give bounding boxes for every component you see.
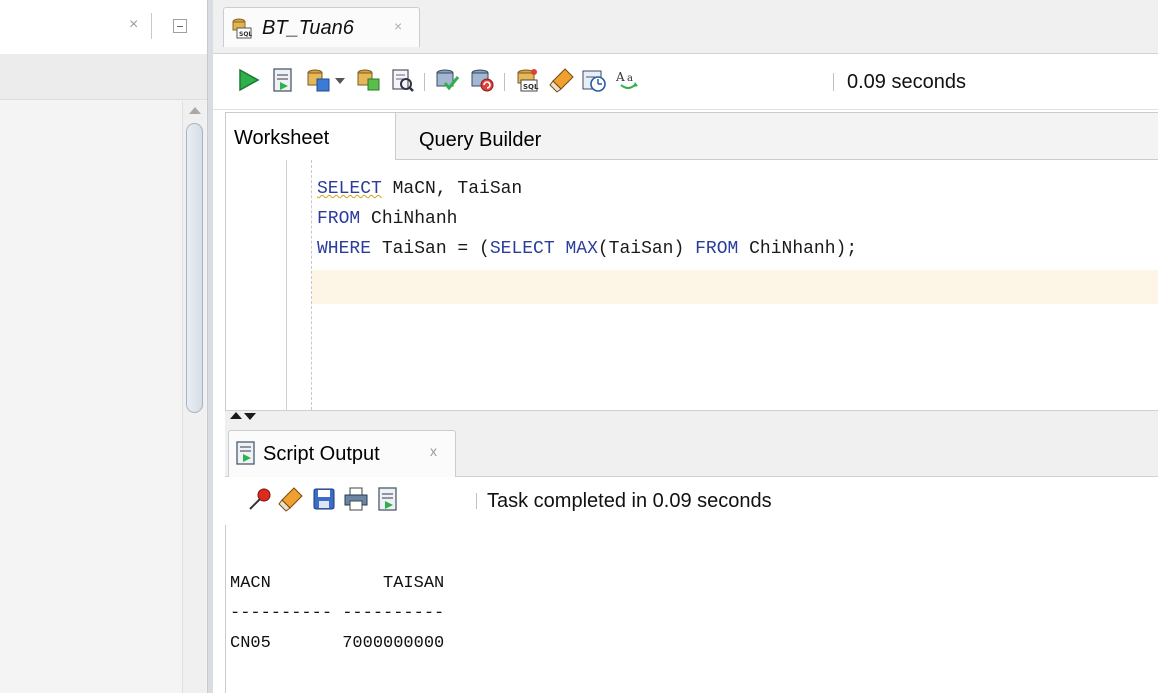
- keyword: SELECT: [317, 179, 382, 199]
- format-text-icon[interactable]: A a: [615, 67, 641, 93]
- rollback-icon[interactable]: [469, 67, 495, 93]
- scroll-up-arrow-icon[interactable]: [189, 107, 201, 114]
- task-status: Task completed in 0.09 seconds: [487, 490, 772, 512]
- toolbar-separator: [424, 73, 425, 91]
- svg-text:SQL: SQL: [523, 83, 539, 91]
- toolbar-separator: [504, 73, 505, 91]
- expand-down-icon[interactable]: [244, 413, 256, 420]
- commit-icon[interactable]: [434, 67, 460, 93]
- clear-icon[interactable]: [549, 67, 575, 93]
- open-file-icon[interactable]: [375, 486, 401, 512]
- toolbar-separator: [476, 493, 477, 509]
- sql-history-icon[interactable]: [581, 67, 607, 93]
- worksheet-subtabs: Worksheet Query Builder: [225, 112, 1158, 160]
- clear-icon[interactable]: [278, 486, 304, 512]
- query-result: MACN TAISAN ---------- ---------- CN05 700…: [230, 569, 444, 659]
- tab-worksheet[interactable]: Worksheet: [226, 113, 396, 160]
- left-panel-toolbar: [0, 54, 207, 100]
- explain-plan-icon[interactable]: [355, 67, 381, 93]
- tab-script-output[interactable]: Script Output x: [228, 430, 456, 477]
- output-toolbar: Task completed in 0.09 seconds: [225, 477, 1158, 525]
- output-tab-bar: Script Output x: [225, 422, 1158, 477]
- keyword: SELECT: [489, 239, 555, 259]
- sql-tuning-icon[interactable]: [389, 67, 415, 93]
- minimize-icon[interactable]: [173, 19, 187, 33]
- tab-label: Worksheet: [234, 127, 330, 149]
- close-icon[interactable]: ×: [394, 16, 402, 36]
- code-text: ChiNhanh: [360, 209, 458, 229]
- left-panel: ×: [0, 0, 207, 693]
- close-icon[interactable]: ×: [129, 15, 138, 35]
- code-text: MaCN, TaiSan: [381, 179, 523, 199]
- sql-editor[interactable]: SELECT MaCN, TaiSan FROM ChiNhanh WHERE Ta…: [225, 160, 1158, 410]
- print-icon[interactable]: [343, 486, 369, 512]
- keyword: FROM: [317, 209, 361, 229]
- tab-query-builder[interactable]: Query Builder: [419, 129, 541, 151]
- keyword: MAX: [565, 239, 598, 259]
- code-line: WHERE TaiSan = (SELECT MAX(TaiSan) FROM …: [317, 234, 857, 264]
- toolbar-separator: [833, 73, 834, 91]
- unshared-worksheet-icon[interactable]: SQL: [514, 67, 540, 93]
- vertical-scrollbar[interactable]: [182, 101, 206, 693]
- code-line: SELECT MaCN, TaiSan: [317, 174, 857, 204]
- svg-text:A: A: [615, 70, 625, 84]
- main-editor-area: SQL BT_Tuan6 × SQL A a 0.09 seconds Work…: [213, 0, 1158, 693]
- header-divider: [151, 13, 152, 39]
- sql-code[interactable]: SELECT MaCN, TaiSan FROM ChiNhanh WHERE Ta…: [317, 174, 857, 264]
- code-line: FROM ChiNhanh: [317, 204, 857, 234]
- tab-label: Script Output: [263, 443, 380, 465]
- run-script-icon[interactable]: [270, 67, 296, 93]
- editor-tab-bar: SQL BT_Tuan6 ×: [213, 0, 1158, 54]
- sql-file-icon: SQL: [232, 18, 252, 39]
- scrollbar-thumb[interactable]: [186, 123, 203, 413]
- script-output-icon: [236, 441, 255, 465]
- editor-output-splitter[interactable]: [225, 410, 1158, 422]
- result-header: MACN TAISAN: [230, 574, 445, 593]
- script-output-panel[interactable]: MACN TAISAN ---------- ---------- CN05 700…: [225, 525, 1158, 693]
- code-text: TaiSan = (: [371, 239, 490, 259]
- autotrace-icon[interactable]: [305, 67, 331, 93]
- result-separator: ---------- ----------: [230, 604, 445, 623]
- svg-text:SQL: SQL: [239, 31, 252, 38]
- pin-icon[interactable]: [247, 486, 273, 512]
- dropdown-arrow-icon[interactable]: [333, 67, 347, 93]
- expand-up-icon[interactable]: [230, 412, 242, 419]
- tab-label: BT_Tuan6: [262, 17, 354, 39]
- close-icon[interactable]: x: [430, 441, 437, 461]
- code-text: (TaiSan): [597, 239, 696, 259]
- left-panel-header: ×: [0, 0, 207, 54]
- svg-text:a: a: [627, 73, 633, 84]
- tab-bt-tuan6[interactable]: SQL BT_Tuan6 ×: [223, 7, 420, 47]
- current-line-highlight: [312, 270, 1158, 304]
- code-text: ChiNhanh);: [738, 239, 858, 259]
- worksheet-toolbar: SQL A a 0.09 seconds: [213, 55, 1158, 110]
- keyword: FROM: [695, 239, 739, 259]
- run-statement-icon[interactable]: [235, 67, 261, 93]
- result-row: CN05 7000000000: [230, 634, 445, 653]
- line-number-gutter: [286, 160, 287, 410]
- save-icon[interactable]: [311, 486, 337, 512]
- execution-time: 0.09 seconds: [847, 71, 966, 93]
- keyword: WHERE: [317, 239, 372, 259]
